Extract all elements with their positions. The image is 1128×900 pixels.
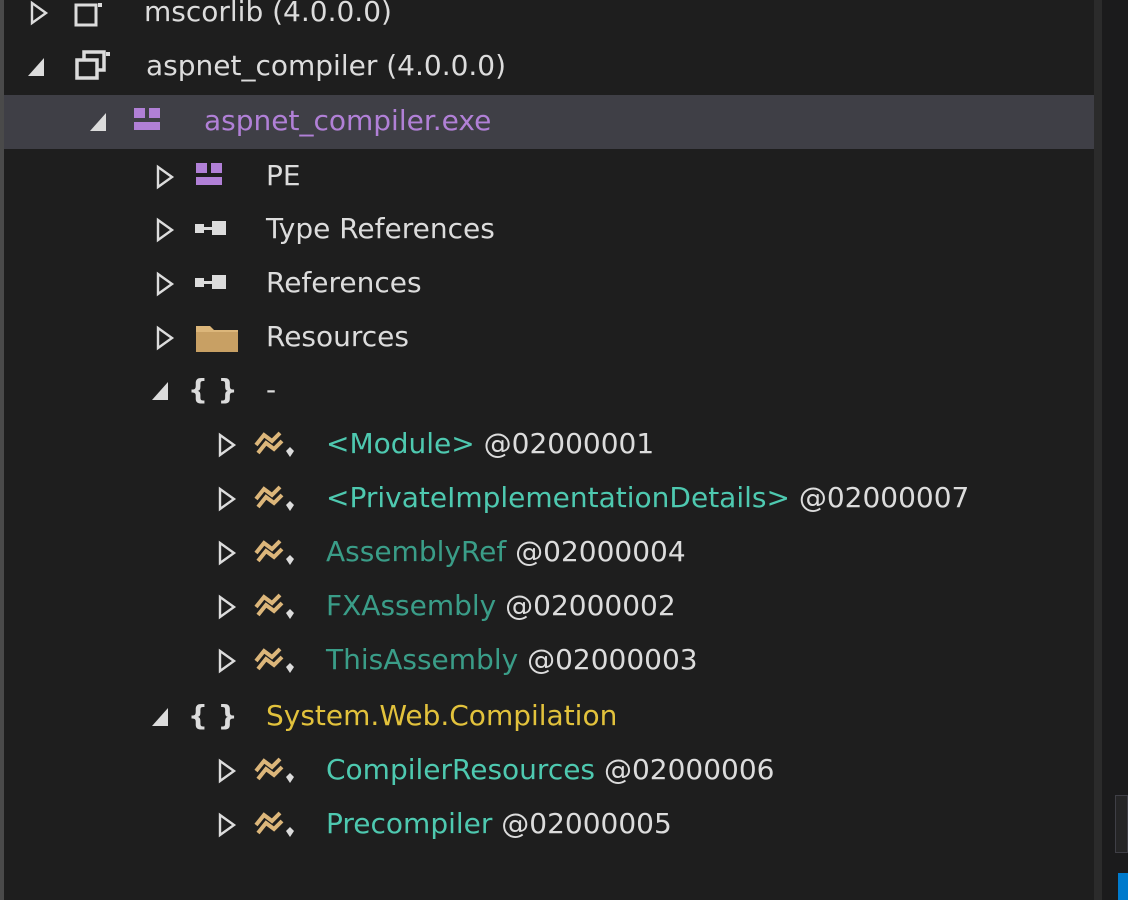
dnspy-assembly-explorer: mscorlib (4.0.0.0) aspnet_compiler (4.0.… — [0, 0, 1128, 900]
class-icon — [254, 757, 294, 783]
assembly-icon — [74, 3, 102, 27]
assembly-tree: mscorlib (4.0.0.0) aspnet_compiler (4.0.… — [4, 0, 1094, 900]
tree-node-label: AssemblyRef @02000004 — [326, 535, 686, 568]
class-icon — [254, 539, 294, 565]
tree-node-label: PE — [266, 159, 301, 192]
tree-node-type-thisassembly[interactable]: ThisAssembly @02000003 — [4, 634, 1094, 688]
class-icon — [254, 593, 294, 619]
tree-node-label: Precompiler @02000005 — [326, 807, 672, 840]
expand-arrow-icon[interactable] — [154, 164, 176, 190]
expand-arrow-icon[interactable] — [28, 0, 50, 26]
namespace-icon: { } — [188, 699, 238, 732]
tree-node-namespace-empty[interactable]: { } - — [4, 364, 1094, 418]
tree-node-pe[interactable]: PE — [4, 150, 1094, 204]
tree-node-type-references[interactable]: Type References — [4, 203, 1094, 257]
collapse-arrow-icon[interactable] — [150, 704, 172, 730]
module-icon — [196, 163, 222, 185]
class-icon — [254, 485, 294, 511]
tree-node-aspnet-compiler-exe[interactable]: aspnet_compiler.exe — [4, 95, 1094, 149]
tree-node-label: Resources — [266, 320, 409, 353]
tree-node-type-precompiler[interactable]: Precompiler @02000005 — [4, 798, 1094, 852]
tree-node-label: FXAssembly @02000002 — [326, 589, 676, 622]
namespace-icon: { } — [188, 373, 238, 406]
module-icon — [134, 108, 160, 130]
tree-node-type-compilerresources[interactable]: CompilerResources @02000006 — [4, 744, 1094, 798]
class-icon — [254, 431, 294, 457]
reference-icon — [195, 275, 226, 289]
expand-arrow-icon[interactable] — [154, 271, 176, 297]
expand-arrow-icon[interactable] — [216, 432, 238, 458]
class-icon — [254, 647, 294, 673]
tree-node-aspnet-compiler-assembly[interactable]: aspnet_compiler (4.0.0.0) — [4, 40, 1094, 94]
tree-node-type-assemblyref[interactable]: AssemblyRef @02000004 — [4, 526, 1094, 580]
tree-node-label: mscorlib (4.0.0.0) — [144, 0, 392, 28]
tree-node-label: References — [266, 266, 422, 299]
side-pane-accent-bar — [1118, 873, 1128, 900]
tree-node-namespace-system-web-compilation[interactable]: { } System.Web.Compilation — [4, 690, 1094, 744]
expand-arrow-icon[interactable] — [216, 648, 238, 674]
reference-icon — [195, 221, 226, 235]
tree-node-label: ThisAssembly @02000003 — [326, 643, 698, 676]
expand-arrow-icon[interactable] — [216, 486, 238, 512]
assembly-icon — [75, 50, 110, 80]
tree-node-mscorlib[interactable]: mscorlib (4.0.0.0) — [4, 0, 1094, 40]
collapse-arrow-icon[interactable] — [150, 378, 172, 404]
collapse-arrow-icon[interactable] — [26, 54, 48, 80]
tree-node-label: - — [266, 373, 277, 406]
folder-icon — [196, 326, 238, 352]
tree-node-label: Type References — [266, 212, 495, 245]
tree-node-references[interactable]: References — [4, 257, 1094, 311]
tree-node-label: <PrivateImplementationDetails> @02000007 — [326, 481, 970, 514]
expand-arrow-icon[interactable] — [154, 217, 176, 243]
tree-node-type-private-implementation-details[interactable]: <PrivateImplementationDetails> @02000007 — [4, 472, 1094, 526]
expand-arrow-icon[interactable] — [216, 812, 238, 838]
side-pane — [1102, 0, 1128, 900]
expand-arrow-icon[interactable] — [154, 325, 176, 351]
tree-node-label: CompilerResources @02000006 — [326, 753, 775, 786]
expand-arrow-icon[interactable] — [216, 758, 238, 784]
expand-arrow-icon[interactable] — [216, 594, 238, 620]
class-icon — [254, 811, 294, 837]
pane-splitter[interactable] — [1094, 0, 1102, 900]
tree-node-resources[interactable]: Resources — [4, 311, 1094, 365]
side-pane-panel — [1115, 795, 1128, 853]
tree-node-label: aspnet_compiler.exe — [204, 104, 492, 137]
tree-node-label: aspnet_compiler (4.0.0.0) — [146, 49, 507, 82]
tree-node-type-fxassembly[interactable]: FXAssembly @02000002 — [4, 580, 1094, 634]
expand-arrow-icon[interactable] — [216, 540, 238, 566]
collapse-arrow-icon[interactable] — [88, 109, 110, 135]
tree-node-label: <Module> @02000001 — [326, 427, 655, 460]
tree-node-label: System.Web.Compilation — [266, 699, 618, 732]
tree-node-type-module[interactable]: <Module> @02000001 — [4, 418, 1094, 472]
